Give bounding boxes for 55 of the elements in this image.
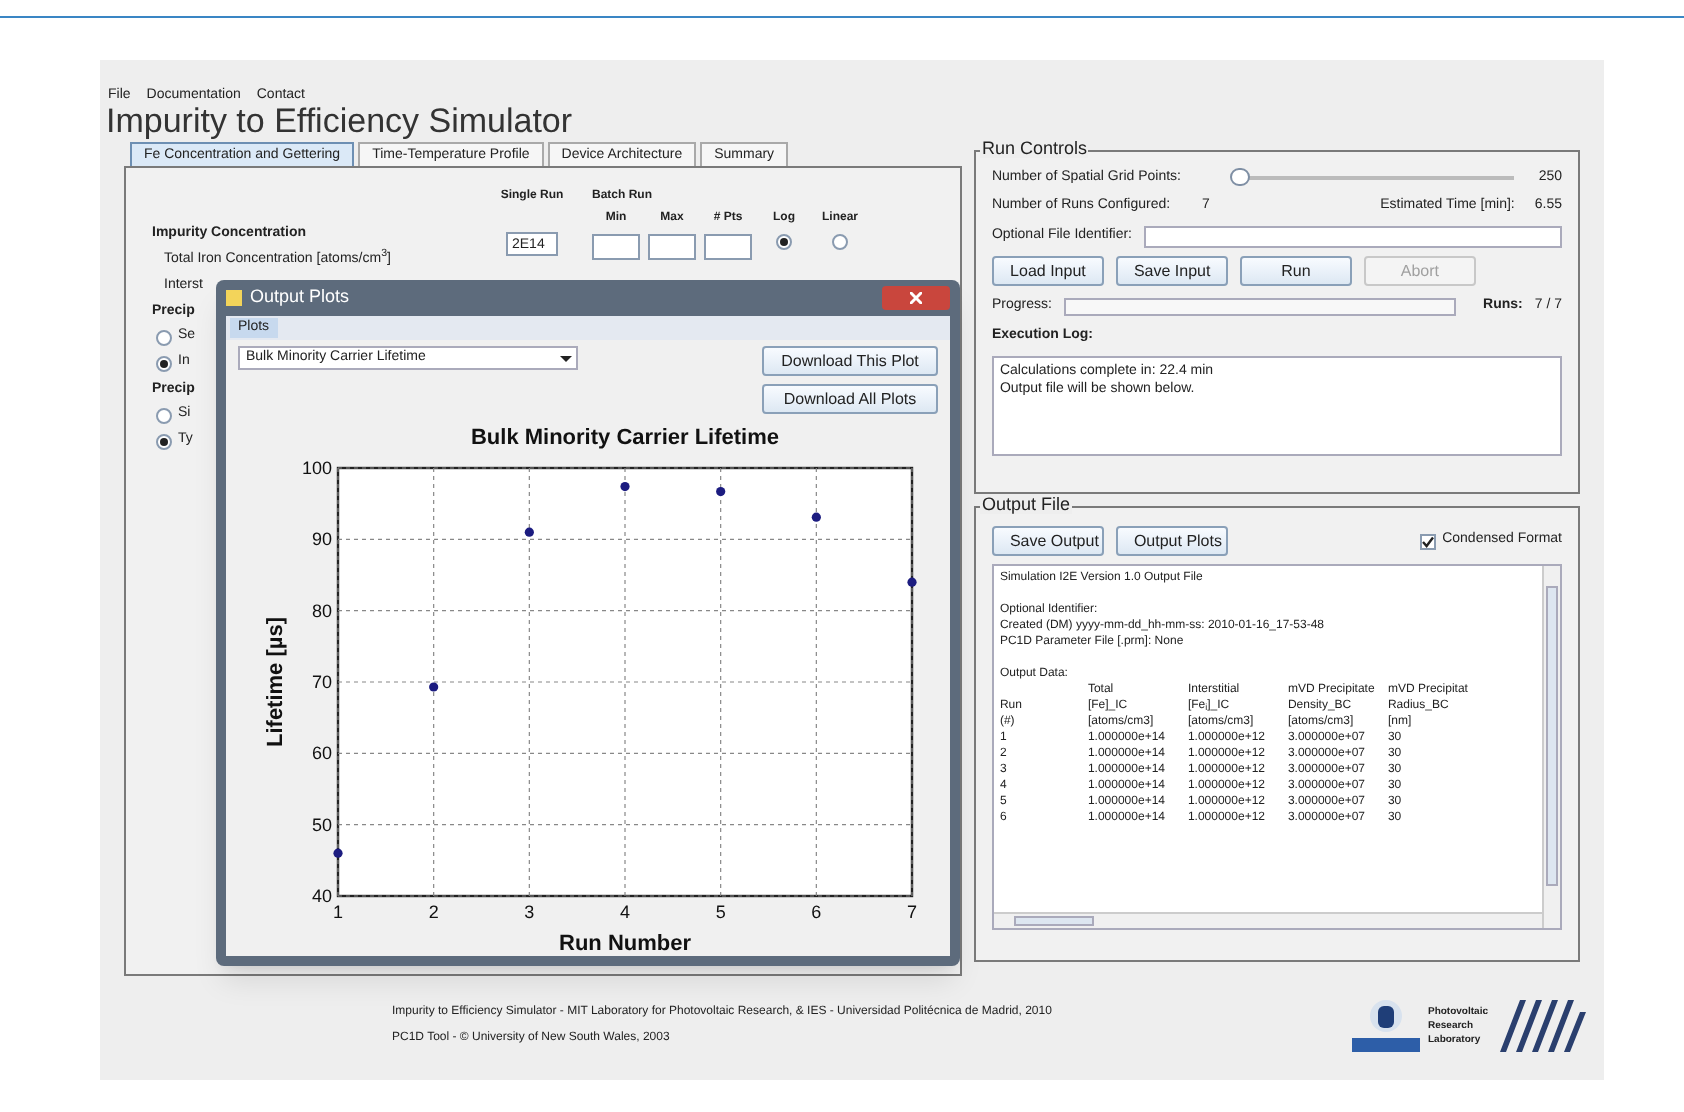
chart-title: Bulk Minority Carrier Lifetime [470, 426, 780, 450]
app-icon [226, 290, 242, 306]
input-field[interactable] [704, 234, 752, 260]
data-point [716, 486, 726, 497]
push-button[interactable]: Output Plots [1115, 526, 1228, 556]
radio-button[interactable] [156, 355, 172, 371]
close-button[interactable] [882, 286, 950, 310]
radio-button[interactable] [156, 433, 172, 449]
y-tick-label: 80 [311, 600, 332, 621]
push-button[interactable]: Save Input [1115, 256, 1228, 286]
y-tick-label: 90 [311, 529, 332, 550]
push-button[interactable]: Load Input [991, 256, 1104, 286]
radio-button[interactable] [776, 234, 792, 250]
vertical-scrollbar[interactable] [1542, 566, 1560, 928]
slider-thumb[interactable] [1229, 168, 1250, 186]
group-title: Output File [979, 496, 1072, 514]
data-point [907, 577, 917, 587]
x-tick-label: 1 [333, 902, 343, 922]
horizontal-scrollbar[interactable] [993, 912, 1542, 928]
y-tick-label: 70 [311, 672, 332, 692]
radio-button[interactable] [832, 234, 848, 250]
group-title: Run Controls [979, 140, 1089, 158]
push-button[interactable]: Download This Plot [762, 346, 938, 376]
university-logo-icon [1351, 998, 1420, 1054]
x-axis-label: Run Number [559, 932, 691, 956]
x-tick-label: 3 [524, 902, 535, 922]
data-point [333, 848, 343, 858]
radio-button[interactable] [156, 407, 172, 423]
y-tick-label: 100 [301, 458, 332, 478]
check-icon [1422, 535, 1435, 547]
input-field[interactable] [1144, 225, 1562, 247]
y-tick-label: 60 [311, 743, 332, 764]
app-title: Impurity to Efficiency Simulator [104, 102, 575, 142]
push-button[interactable]: Download All Plots [762, 384, 938, 414]
close-icon [910, 292, 922, 304]
data-point [620, 481, 630, 492]
x-tick-label: 4 [620, 902, 630, 922]
push-button[interactable]: Save Output [991, 526, 1104, 556]
x-tick-label: 5 [715, 902, 726, 922]
push-button[interactable]: Run [1239, 256, 1352, 286]
x-tick-label: 6 [811, 902, 822, 922]
data-point [429, 682, 439, 692]
data-point [811, 512, 821, 522]
input-field[interactable] [648, 234, 696, 260]
dialog-title: Output Plots [250, 284, 350, 311]
y-axis-label: Lifetime [µs] [264, 617, 288, 747]
checkbox[interactable] [1420, 533, 1437, 549]
lab-logo-icon [1496, 996, 1588, 1056]
data-point [524, 527, 534, 537]
y-tick-label: 50 [311, 814, 332, 835]
x-tick-label: 7 [907, 902, 917, 922]
input-field[interactable] [592, 234, 640, 260]
y-tick-label: 40 [311, 886, 332, 906]
x-tick-label: 2 [428, 902, 439, 922]
radio-button[interactable] [156, 329, 172, 345]
